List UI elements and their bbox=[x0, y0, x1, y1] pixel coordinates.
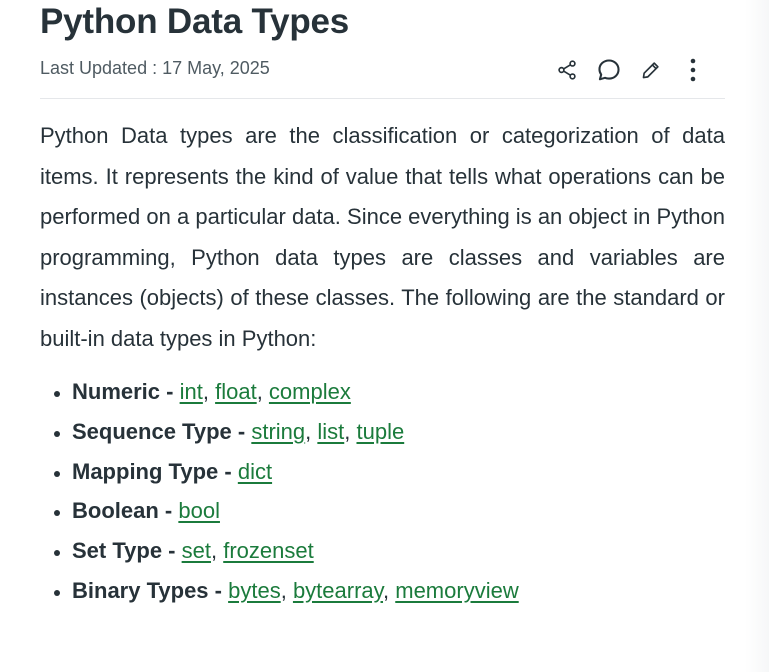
edit-button[interactable] bbox=[637, 56, 665, 84]
last-updated: Last Updated : 17 May, 2025 bbox=[40, 58, 270, 78]
link-bytearray[interactable]: bytearray bbox=[293, 578, 383, 603]
list-item: Set Type - set, frozenset bbox=[72, 531, 725, 571]
link-frozenset[interactable]: frozenset bbox=[223, 538, 314, 563]
link-list[interactable]: list bbox=[317, 419, 344, 444]
list-item: Sequence Type - string, list, tuple bbox=[72, 412, 725, 452]
link-set[interactable]: set bbox=[182, 538, 211, 563]
link-memoryview[interactable]: memoryview bbox=[395, 578, 518, 603]
list-item-term: Mapping Type - bbox=[72, 458, 238, 484]
comment-icon bbox=[598, 59, 620, 81]
list-item: Mapping Type - dict bbox=[72, 452, 725, 492]
list-item-term: Set Type - bbox=[72, 538, 182, 564]
share-icon bbox=[558, 60, 576, 80]
list-item-term: Sequence Type - bbox=[72, 418, 252, 444]
share-button[interactable] bbox=[553, 56, 581, 84]
link-int[interactable]: int bbox=[180, 379, 203, 404]
page: Python Data Types Last Updated : 17 May,… bbox=[0, 0, 769, 672]
list-item: Boolean - bool bbox=[72, 491, 725, 531]
data-types-list: Numeric - int, float, complex Sequence T… bbox=[40, 372, 725, 611]
more-options-button[interactable] bbox=[679, 56, 707, 84]
list-item: Numeric - int, float, complex bbox=[72, 372, 725, 412]
list-item: Binary Types - bytes, bytearray, memoryv… bbox=[72, 571, 725, 611]
link-float[interactable]: float bbox=[215, 379, 257, 404]
list-item-term: Numeric - bbox=[72, 379, 180, 404]
edit-icon bbox=[642, 62, 659, 79]
intro-paragraph: Python Data types are the classification… bbox=[40, 123, 725, 351]
link-tuple[interactable]: tuple bbox=[356, 419, 404, 444]
link-dict[interactable]: dict bbox=[238, 459, 272, 484]
link-bool[interactable]: bool bbox=[178, 498, 220, 523]
link-complex[interactable]: complex bbox=[269, 379, 351, 404]
list-item-term: Boolean - bbox=[72, 498, 179, 524]
link-string[interactable]: string bbox=[251, 419, 305, 444]
article: Python Data Types Last Updated : 17 May,… bbox=[40, 0, 725, 611]
list-item-term: Binary Types - bbox=[72, 577, 229, 603]
page-title: Python Data Types bbox=[40, 2, 350, 41]
comment-button[interactable] bbox=[595, 56, 623, 84]
more-options-icon bbox=[690, 58, 696, 82]
link-bytes[interactable]: bytes bbox=[228, 578, 281, 603]
article-actions bbox=[553, 56, 707, 84]
article-meta: Last Updated : 17 May, 2025 bbox=[40, 44, 725, 99]
